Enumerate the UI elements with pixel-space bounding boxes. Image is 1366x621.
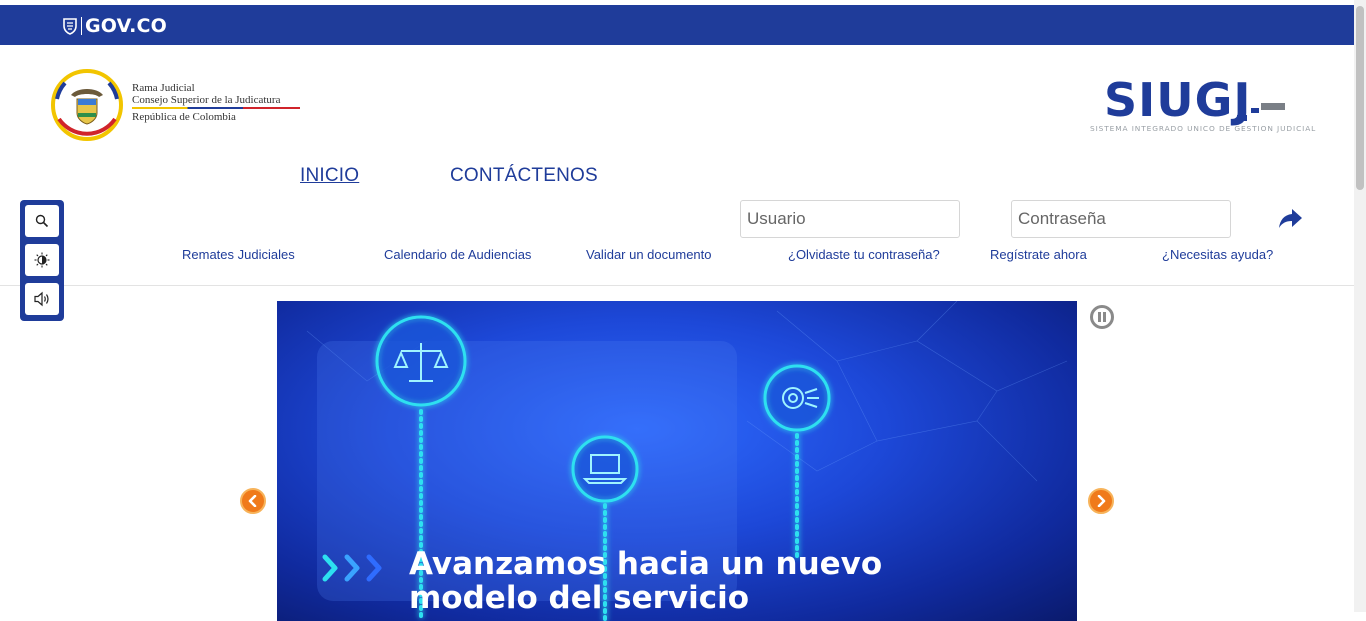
link-registrate-ahora[interactable]: Regístrate ahora xyxy=(990,247,1087,262)
logo-mark-1 xyxy=(1237,115,1247,121)
carousel-pause-icon[interactable] xyxy=(1089,304,1115,330)
link-olvidaste-contrasena[interactable]: ¿Olvidaste tu contraseña? xyxy=(788,247,940,262)
chevron-right-icon xyxy=(1097,495,1106,507)
nav-inicio[interactable]: INICIO xyxy=(300,165,359,187)
site-header: Rama Judicial Consejo Superior de la Jud… xyxy=(0,45,1354,286)
logo-mark-3 xyxy=(1261,103,1285,110)
accessibility-search-button[interactable] xyxy=(25,205,59,237)
logo-mark-2 xyxy=(1251,108,1259,113)
audio-icon xyxy=(34,291,49,307)
link-necesitas-ayuda[interactable]: ¿Necesitas ayuda? xyxy=(1162,247,1273,262)
logo-separator xyxy=(81,17,82,35)
institution-line-2: Consejo Superior de la Judicatura xyxy=(132,94,281,106)
slide-title: Avanzamos hacia un nuevo modelo del serv… xyxy=(409,546,883,616)
scrollbar-thumb[interactable] xyxy=(1356,6,1364,190)
password-input[interactable] xyxy=(1011,200,1231,238)
page-scrollbar[interactable] xyxy=(1354,0,1366,612)
rama-judicial-seal-icon[interactable] xyxy=(51,69,123,141)
username-input[interactable] xyxy=(740,200,960,238)
link-remates-judiciales[interactable]: Remates Judiciales xyxy=(182,247,295,262)
siugj-logo-text: SIUGJ xyxy=(1104,73,1252,127)
siugj-logo-subtitle: SISTEMA INTEGRADO UNICO DE GESTION JUDIC… xyxy=(1090,124,1317,133)
chevron-left-icon xyxy=(248,495,257,507)
slide-chevrons-icon xyxy=(322,554,382,582)
siugj-logo[interactable]: SIUGJ SISTEMA INTEGRADO UNICO DE GESTION… xyxy=(1090,73,1315,135)
contrast-icon xyxy=(34,252,50,268)
gov-bar: GOV.CO xyxy=(0,5,1354,45)
search-icon xyxy=(35,214,49,228)
accessibility-contrast-button[interactable] xyxy=(25,244,59,276)
carousel-prev-button[interactable] xyxy=(240,488,266,514)
login-submit-share-arrow-icon[interactable] xyxy=(1278,207,1304,231)
accessibility-toolbar xyxy=(20,200,64,321)
gov-co-text: GOV.CO xyxy=(85,15,168,37)
nav-contactenos[interactable]: CONTÁCTENOS xyxy=(450,165,598,187)
link-calendario-audiencias[interactable]: Calendario de Audiencias xyxy=(384,247,531,262)
gov-co-logo[interactable]: GOV.CO xyxy=(62,15,167,37)
hero-carousel-slide[interactable]: Avanzamos hacia un nuevo modelo del serv… xyxy=(277,301,1077,621)
institution-line-1: Rama Judicial xyxy=(132,82,195,94)
carousel-next-button[interactable] xyxy=(1088,488,1114,514)
institution-name: Rama Judicial Consejo Superior de la Jud… xyxy=(132,82,300,123)
institution-line-3: República de Colombia xyxy=(132,110,236,123)
link-validar-documento[interactable]: Validar un documento xyxy=(586,247,712,262)
tricolor-divider xyxy=(132,107,300,109)
accessibility-audio-button[interactable] xyxy=(25,283,59,315)
colombia-shield-icon xyxy=(63,18,77,35)
